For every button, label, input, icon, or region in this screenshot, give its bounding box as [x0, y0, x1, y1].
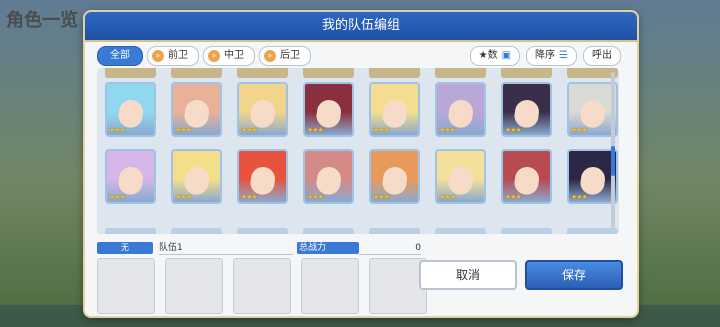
character-face — [515, 100, 539, 124]
character-card[interactable]: ★★★ — [303, 82, 354, 137]
save-button[interactable]: 保存 — [525, 260, 623, 290]
midguard-icon: » — [208, 50, 220, 62]
team-slot-empty[interactable] — [97, 258, 155, 314]
scroll-thumb[interactable] — [611, 146, 615, 176]
star-rating: ★★★ — [109, 193, 126, 201]
tab-label: 前卫 — [168, 50, 188, 61]
team-slot-empty[interactable] — [165, 258, 223, 314]
character-card[interactable]: ★★★ — [435, 149, 486, 204]
star-rating: ★★★ — [307, 193, 324, 201]
character-card[interactable]: ★★★ — [105, 149, 156, 204]
character-card[interactable]: ★★★ — [105, 82, 156, 137]
tab-label: 后卫 — [280, 50, 300, 61]
character-face — [119, 167, 143, 191]
sort-order-button[interactable]: 降序 ☰ — [526, 46, 577, 66]
character-card[interactable]: ★★★ — [171, 149, 222, 204]
sort-lines-icon: ☰ — [559, 50, 568, 61]
character-card[interactable]: ★★★ — [369, 82, 420, 137]
cancel-button[interactable]: 取消 — [419, 260, 517, 290]
star-rating: ★★★ — [175, 126, 192, 134]
character-card[interactable]: ★★★ — [435, 82, 486, 137]
next-row-partial — [105, 228, 618, 234]
position-filter-tabs: 全部 » 前卫 » 中卫 » 后卫 — [97, 46, 311, 66]
star-rating: ★★★ — [109, 126, 126, 134]
character-face — [581, 167, 605, 191]
character-card[interactable]: ★★★ — [171, 82, 222, 137]
character-grid: ★★★ ★★★ ★★★ ★★★ ★★★ ★★★ ★★★ ★★★ ★★★ ★★★ ★★★ ★★★ ★★★ ★… — [105, 82, 618, 204]
sort-controls: ★数 ▣ 降序 ☰ 呼出 — [469, 46, 621, 66]
team-name[interactable]: 队伍1 — [159, 242, 293, 255]
vanguard-icon: » — [152, 50, 164, 62]
star-rating: ★★★ — [571, 193, 588, 201]
tab-midguard[interactable]: » 中卫 — [203, 46, 255, 66]
previous-row-partial — [105, 68, 618, 78]
star-rating: ★★★ — [505, 193, 522, 201]
character-face — [383, 167, 407, 191]
team-edit-dialog: 我的队伍编组 全部 » 前卫 » 中卫 » 后卫 ★数 ▣ 降序 ☰ 呼出 ★★… — [85, 12, 637, 316]
team-slots — [97, 258, 427, 314]
character-face — [185, 100, 209, 124]
team-info-bar: 无 队伍1 总战力 0 — [97, 242, 619, 255]
character-face — [185, 167, 209, 191]
star-rating: ★★★ — [241, 193, 258, 201]
team-slot-empty[interactable] — [301, 258, 359, 314]
recall-label: 呼出 — [592, 50, 612, 61]
star-rating: ★★★ — [505, 126, 522, 134]
character-face — [383, 100, 407, 124]
character-face — [251, 167, 275, 191]
character-card[interactable]: ★★★ — [237, 149, 288, 204]
tab-rearguard[interactable]: » 后卫 — [259, 46, 311, 66]
character-card[interactable]: ★★★ — [237, 82, 288, 137]
sort-order-label: 降序 — [535, 50, 556, 61]
character-face — [317, 100, 341, 124]
character-face — [251, 100, 275, 124]
toggle-icon: ▣ — [501, 50, 512, 61]
character-face — [515, 167, 539, 191]
tab-vanguard[interactable]: » 前卫 — [147, 46, 199, 66]
star-rating: ★★★ — [571, 126, 588, 134]
character-face — [449, 167, 473, 191]
tab-label: 中卫 — [224, 50, 244, 61]
character-card[interactable]: ★★★ — [303, 149, 354, 204]
power-value: 0 — [359, 242, 421, 255]
star-rating: ★★★ — [439, 126, 456, 134]
character-card[interactable]: ★★★ — [369, 149, 420, 204]
dialog-title: 我的队伍编组 — [85, 12, 637, 42]
star-rating: ★★★ — [373, 193, 390, 201]
character-face — [317, 167, 341, 191]
recall-button[interactable]: 呼出 — [583, 46, 621, 66]
power-label: 总战力 — [297, 242, 359, 254]
star-rating: ★★★ — [175, 193, 192, 201]
star-rating: ★★★ — [373, 126, 390, 134]
tab-all[interactable]: 全部 — [97, 46, 143, 66]
grid-scrollbar[interactable] — [611, 72, 615, 228]
star-rating: ★★★ — [241, 126, 258, 134]
character-card[interactable]: ★★★ — [501, 82, 552, 137]
character-face — [119, 100, 143, 124]
star-rating: ★★★ — [439, 193, 456, 201]
character-card[interactable]: ★★★ — [501, 149, 552, 204]
sort-field-label: ★数 — [478, 50, 498, 61]
character-face — [449, 100, 473, 124]
sort-field-button[interactable]: ★数 ▣ — [469, 46, 521, 66]
character-face — [581, 100, 605, 124]
rearguard-icon: » — [264, 50, 276, 62]
star-rating: ★★★ — [307, 126, 324, 134]
dialog-buttons: 取消 保存 — [419, 260, 623, 290]
team-slot-empty[interactable] — [233, 258, 291, 314]
character-grid-area[interactable]: ★★★ ★★★ ★★★ ★★★ ★★★ ★★★ ★★★ ★★★ ★★★ ★★★ ★★★ ★★★ ★★★ ★… — [97, 68, 619, 234]
team-label: 无 — [97, 242, 153, 254]
tab-label: 全部 — [110, 50, 130, 61]
